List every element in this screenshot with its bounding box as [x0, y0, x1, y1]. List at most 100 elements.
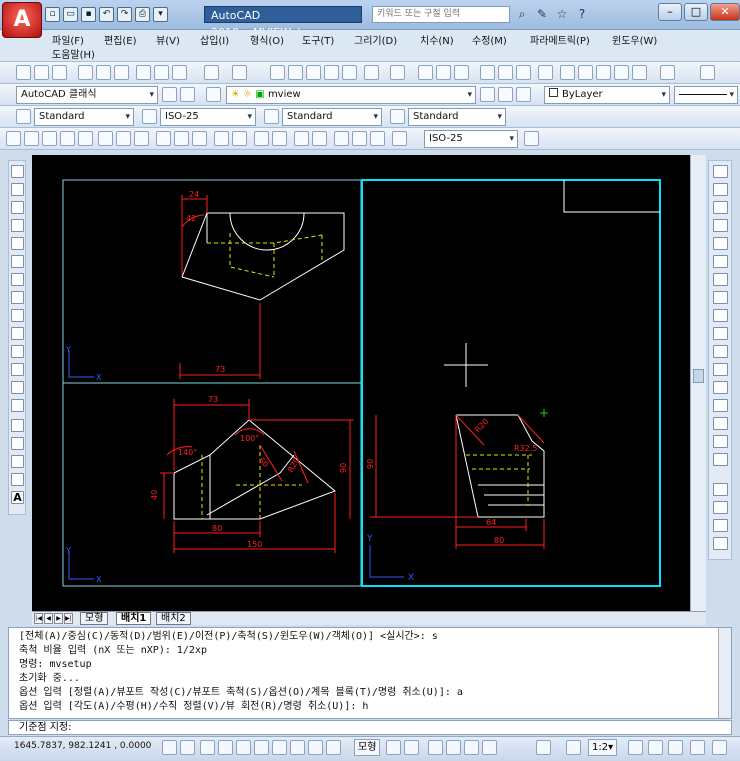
- dim-update-icon[interactable]: [370, 131, 385, 146]
- undo-icon[interactable]: ↶: [99, 7, 114, 22]
- maximize-viewport-icon[interactable]: [536, 740, 551, 755]
- menu-help[interactable]: 도움말(H): [52, 46, 95, 61]
- grid-icon[interactable]: [180, 740, 195, 755]
- angular-icon[interactable]: [134, 131, 149, 146]
- chamfer-icon[interactable]: [713, 417, 728, 430]
- save-icon[interactable]: [52, 65, 67, 80]
- layer-manager-icon[interactable]: [206, 87, 221, 102]
- help-icon[interactable]: ?: [574, 6, 590, 22]
- zoom-status-icon[interactable]: [446, 740, 461, 755]
- viewport-bottom-left[interactable]: [62, 382, 362, 587]
- menu-edit[interactable]: 편집(E): [104, 32, 137, 47]
- annotation-scale[interactable]: 1:2▾: [588, 739, 618, 756]
- mirror-icon[interactable]: [713, 201, 728, 214]
- menu-view[interactable]: 뷰(V): [156, 32, 180, 47]
- stretch-icon[interactable]: [713, 309, 728, 322]
- multileader-style-select[interactable]: Standard: [408, 108, 506, 126]
- explode-icon[interactable]: [713, 453, 728, 466]
- dim-style-manager-icon[interactable]: [524, 131, 539, 146]
- menu-modify[interactable]: 수정(M): [472, 32, 507, 47]
- open-icon[interactable]: [34, 65, 49, 80]
- insert-block-icon[interactable]: [11, 363, 24, 376]
- arc-icon[interactable]: [11, 255, 24, 268]
- plot-icon[interactable]: [78, 65, 93, 80]
- region-icon[interactable]: [11, 455, 24, 468]
- table-style-select[interactable]: Standard: [282, 108, 382, 126]
- last-tab-icon[interactable]: ▶|: [64, 613, 73, 624]
- scroll-thumb[interactable]: [693, 369, 704, 383]
- multiline-text-icon[interactable]: A: [11, 491, 24, 504]
- customize-icon[interactable]: [180, 87, 195, 102]
- fillet-icon[interactable]: [713, 435, 728, 448]
- erase-icon[interactable]: [713, 165, 728, 178]
- break-point-icon[interactable]: [713, 363, 728, 376]
- ducs-icon[interactable]: [272, 740, 287, 755]
- model-space-toggle[interactable]: 모형: [354, 739, 381, 756]
- make-current-icon[interactable]: [480, 87, 495, 102]
- undo-icon-2[interactable]: [660, 65, 675, 80]
- polygon-icon[interactable]: [11, 219, 24, 232]
- calculator-icon[interactable]: [364, 65, 379, 80]
- gradient-icon[interactable]: [11, 437, 24, 450]
- search-input[interactable]: 키워드 또는 구절 입력: [372, 6, 510, 23]
- circle-icon[interactable]: [11, 273, 24, 286]
- copy-icon[interactable]: [154, 65, 169, 80]
- menu-format[interactable]: 형식(O): [250, 32, 284, 47]
- copy-icon-2[interactable]: [578, 65, 593, 80]
- properties-icon[interactable]: [342, 65, 357, 80]
- table-icon[interactable]: [11, 473, 24, 486]
- multileader-style-icon[interactable]: [390, 109, 405, 124]
- dim-space-icon[interactable]: [214, 131, 229, 146]
- match-icon[interactable]: [614, 65, 629, 80]
- pan-status-icon[interactable]: [428, 740, 443, 755]
- dim-style-select[interactable]: ISO-25: [160, 108, 256, 126]
- communication-icon[interactable]: ✎: [534, 6, 550, 22]
- rectangle-icon[interactable]: [11, 237, 24, 250]
- maximize-button[interactable]: □: [684, 3, 708, 21]
- coordinate-readout[interactable]: 1645.7837, 982.1241 , 0.0000: [14, 741, 151, 751]
- open-icon[interactable]: ▭: [63, 7, 78, 22]
- steering-wheel-icon[interactable]: [464, 740, 479, 755]
- osnap-icon[interactable]: [236, 740, 251, 755]
- showmotion-icon[interactable]: [482, 740, 497, 755]
- jogged-icon[interactable]: [98, 131, 113, 146]
- lock-icon[interactable]: [648, 740, 663, 755]
- dropdown-icon[interactable]: ▾: [153, 7, 168, 22]
- minimize-button[interactable]: –: [658, 3, 682, 21]
- draw-order-icon[interactable]: [713, 483, 728, 496]
- radius-icon[interactable]: [78, 131, 93, 146]
- linear-dim-icon[interactable]: [6, 131, 21, 146]
- menu-insert[interactable]: 삽입(I): [200, 32, 229, 47]
- favorites-icon[interactable]: ☆: [554, 6, 570, 22]
- new-icon-2[interactable]: [418, 65, 433, 80]
- workspace-select[interactable]: AutoCAD 클래식: [16, 86, 158, 104]
- application-menu-button[interactable]: A: [2, 2, 42, 38]
- prev-tab-icon[interactable]: ◀: [44, 613, 53, 624]
- viewport-top-left[interactable]: [62, 179, 362, 384]
- inspection-icon[interactable]: [294, 131, 309, 146]
- menu-draw[interactable]: 그리기(D): [354, 32, 397, 47]
- publish-icon[interactable]: [114, 65, 129, 80]
- search-icon[interactable]: ⌕: [514, 6, 530, 22]
- tab-model[interactable]: 모형: [80, 612, 109, 625]
- break-icon[interactable]: [713, 381, 728, 394]
- layer-select[interactable]: ☀ ☼ ▣ mview: [226, 86, 476, 104]
- otrack-icon[interactable]: [254, 740, 269, 755]
- annotation-visibility-icon[interactable]: [566, 740, 581, 755]
- isolate-objects-icon[interactable]: [690, 740, 705, 755]
- table-style-icon[interactable]: [264, 109, 279, 124]
- quick-view-drawings-icon[interactable]: [404, 740, 419, 755]
- dim-text-edit-icon[interactable]: [352, 131, 367, 146]
- baseline-icon[interactable]: [174, 131, 189, 146]
- construction-line-icon[interactable]: [11, 183, 24, 196]
- drawing-canvas[interactable]: 24 42 73 Y X Y X Y X 73 100° 140° 60 40 …: [32, 155, 690, 611]
- revision-cloud-icon[interactable]: [11, 291, 24, 304]
- ortho-icon[interactable]: [200, 740, 215, 755]
- save-icon-2[interactable]: [454, 65, 469, 80]
- dim-break-icon[interactable]: [232, 131, 247, 146]
- menu-window[interactable]: 윈도우(W): [612, 32, 657, 47]
- continue-icon[interactable]: [192, 131, 207, 146]
- rotate-icon[interactable]: [713, 273, 728, 286]
- tolerance-icon[interactable]: [254, 131, 269, 146]
- cut-icon-2[interactable]: [560, 65, 575, 80]
